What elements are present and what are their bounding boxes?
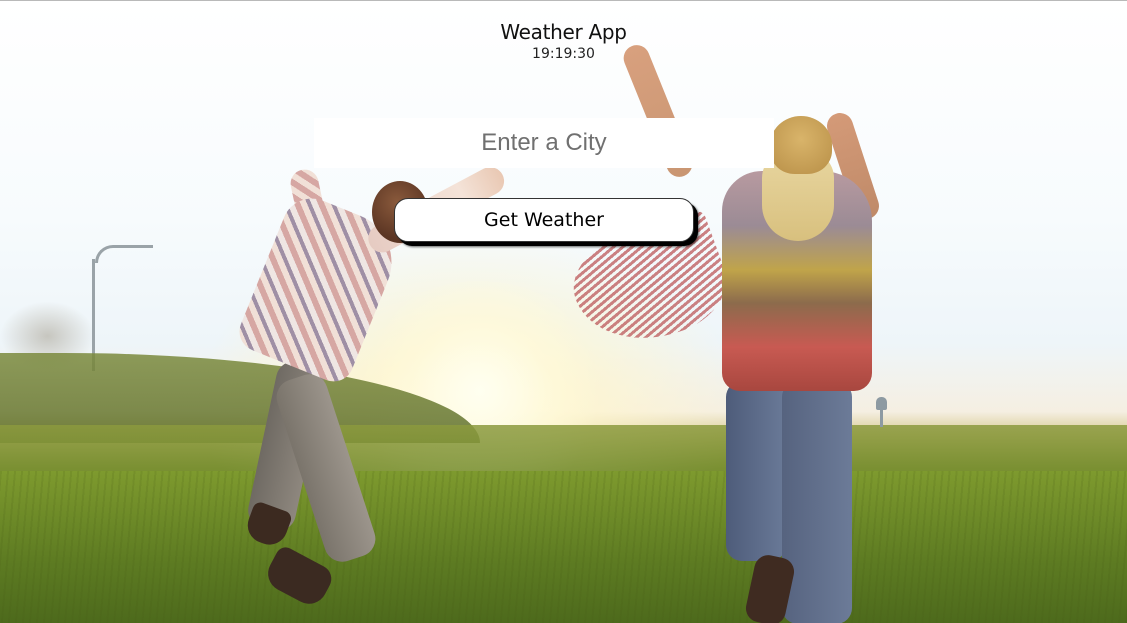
water-tower-leg [880, 410, 883, 427]
get-weather-button[interactable]: Get Weather [394, 198, 694, 242]
background-photo [0, 1, 1127, 623]
app-title: Weather App [500, 20, 627, 44]
app-viewport: Weather App 19:19:30 Get Weather [0, 0, 1127, 623]
street-lamp-arm [95, 245, 153, 263]
woman-leg-right [782, 381, 852, 623]
water-tower-tank [876, 397, 887, 410]
clock: 19:19:30 [532, 46, 595, 62]
woman-hat [770, 116, 832, 174]
woman-leg-left [726, 381, 786, 561]
city-search-input[interactable] [314, 118, 774, 168]
app-header: Weather App 19:19:30 [0, 19, 1127, 63]
water-tower [876, 397, 887, 427]
grass-field-near [0, 471, 1127, 623]
